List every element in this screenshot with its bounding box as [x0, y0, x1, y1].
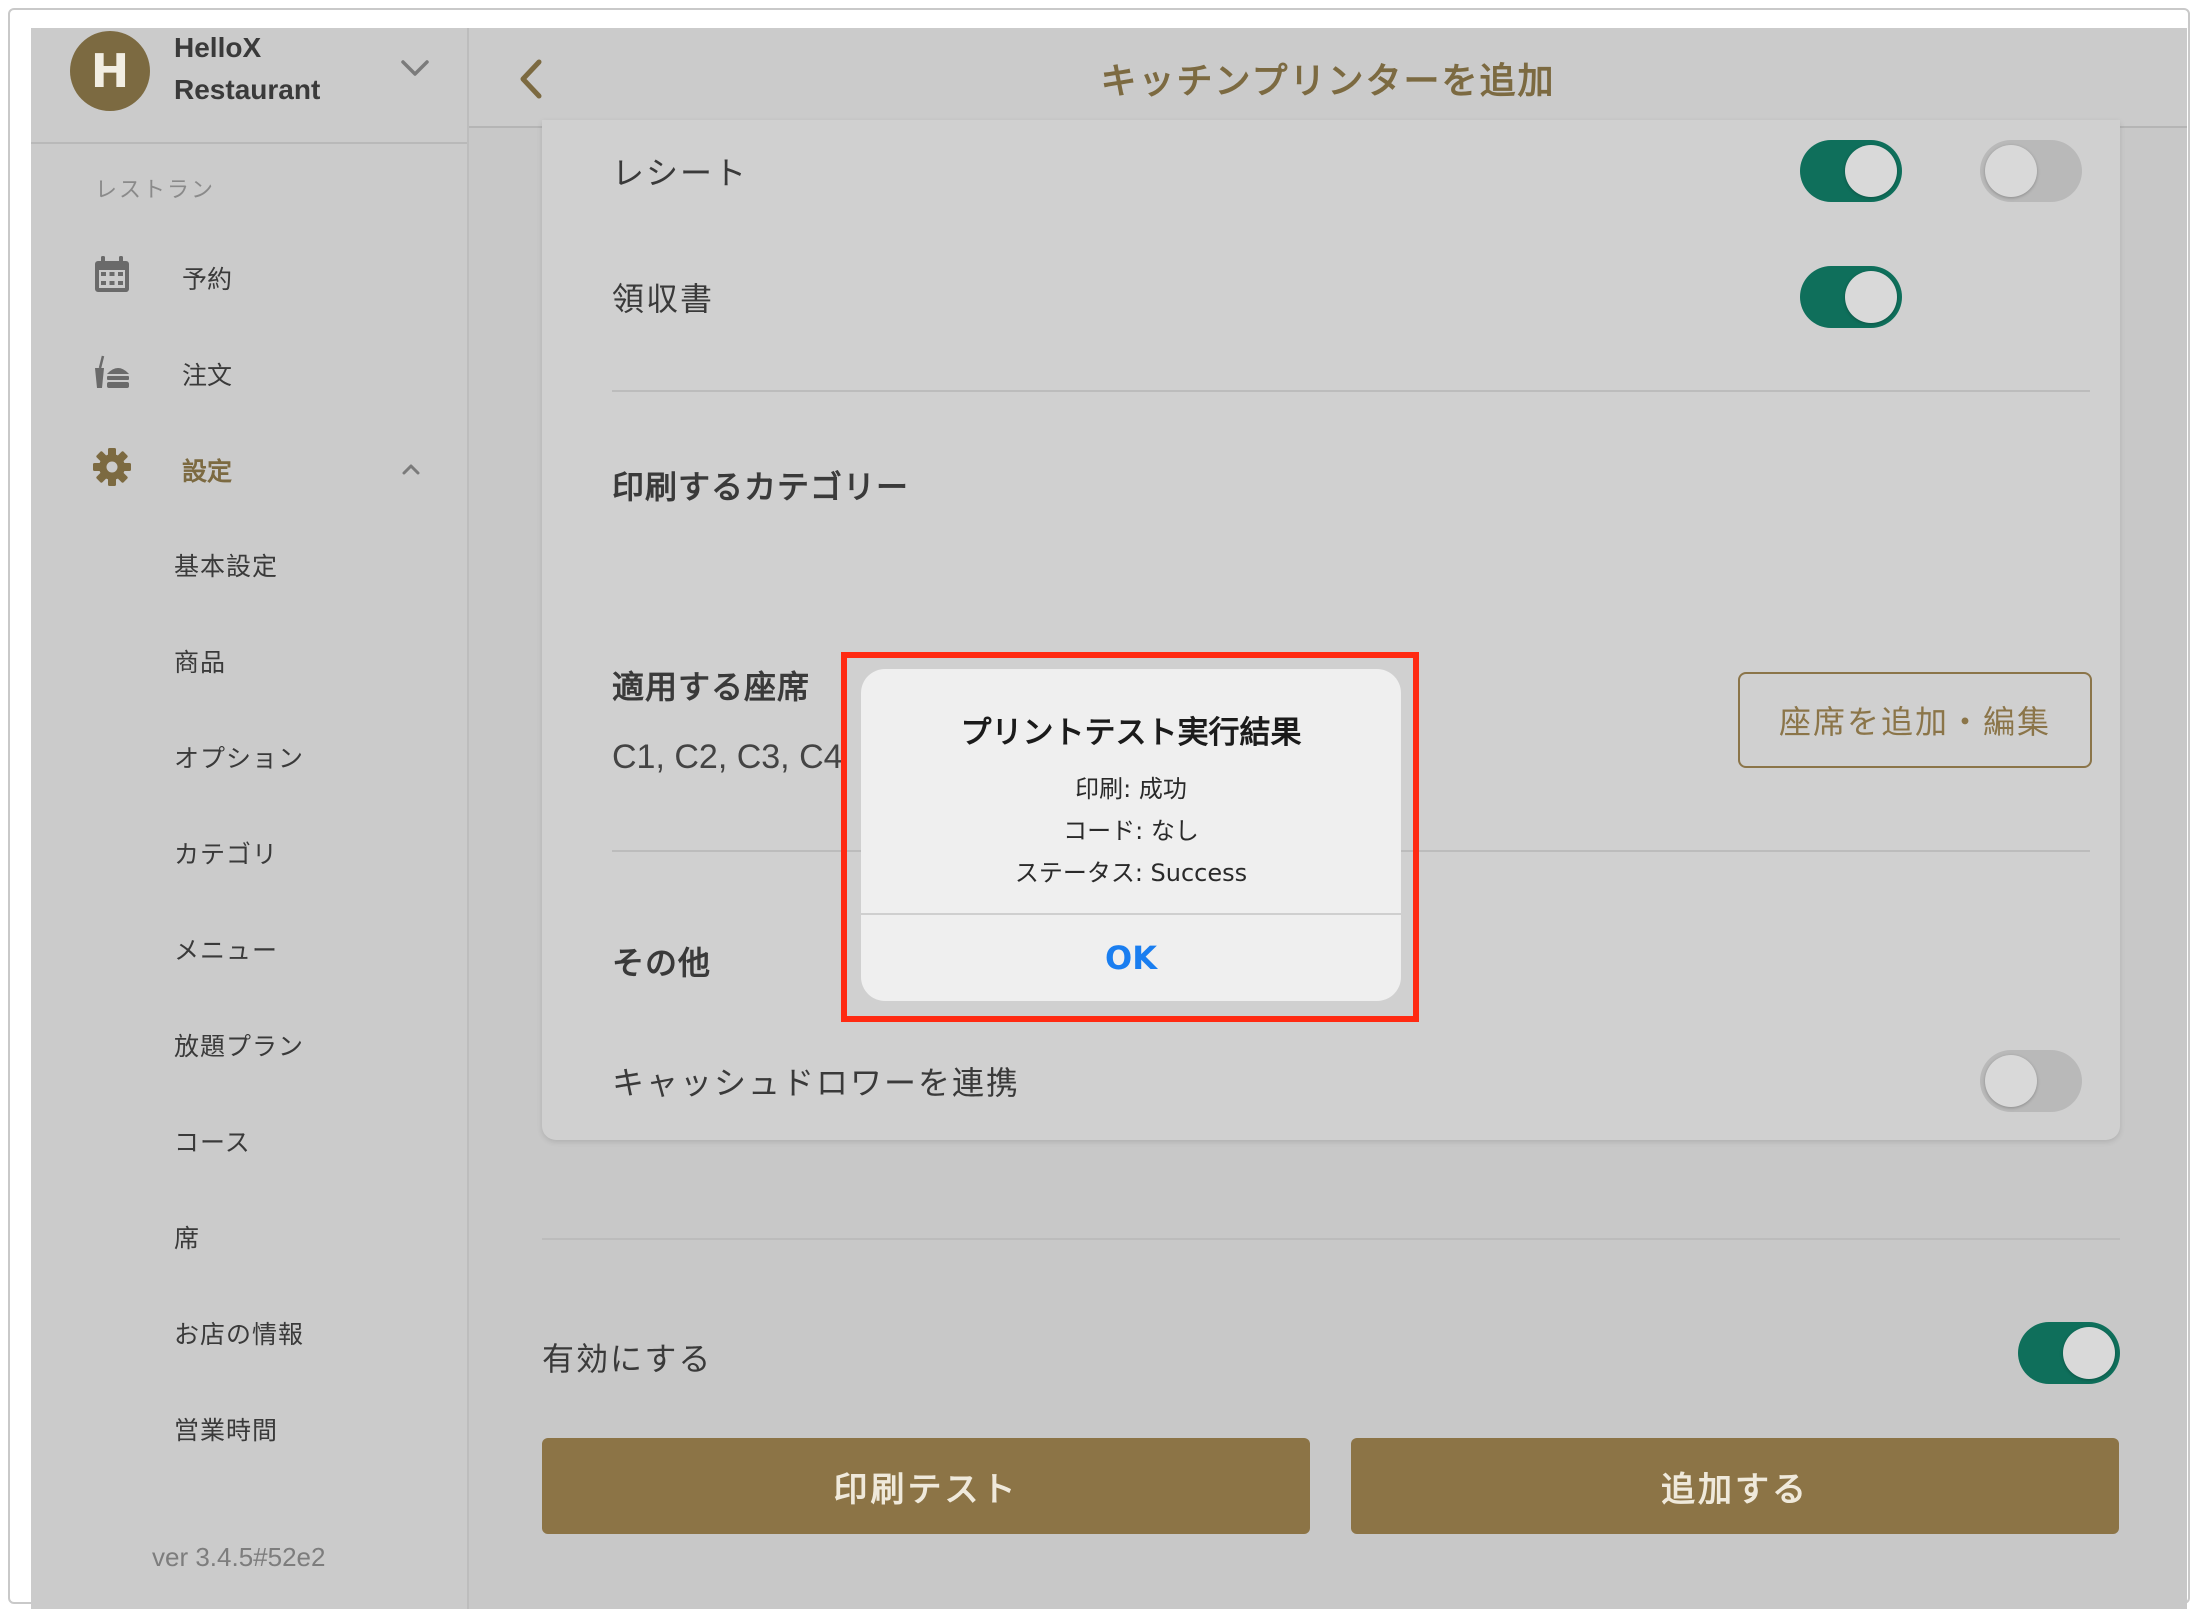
other-section-title: その他 — [612, 944, 712, 982]
print-categories-title: 印刷するカテゴリー — [612, 468, 910, 506]
gear-icon — [93, 448, 131, 486]
top-bar: キッチンプリンターを追加 — [469, 28, 2187, 128]
avatar: H — [70, 31, 150, 111]
sidebar-subitem-basic-settings[interactable]: 基本設定 — [174, 547, 278, 583]
sidebar-subitem-business-hours[interactable]: 営業時間 — [174, 1411, 278, 1447]
invoice-toggle[interactable] — [1800, 266, 1902, 328]
dialog-status: ステータス: Success — [1014, 859, 1248, 887]
sidebar-item-orders[interactable]: 注文 — [31, 340, 467, 400]
sidebar-subitem-options[interactable]: オプション — [174, 739, 304, 775]
sidebar-item-settings[interactable]: 設定 — [31, 436, 467, 496]
sidebar-subitem-categories[interactable]: カテゴリ — [174, 835, 278, 871]
chevron-up-icon[interactable] — [396, 454, 426, 484]
applied-seats-title: 適用する座席 — [612, 668, 811, 706]
dialog-print-result: 印刷: 成功 — [1075, 775, 1187, 803]
receipt-toggle[interactable] — [1800, 140, 1902, 202]
sidebar-item-label: 設定 — [182, 457, 233, 486]
cash-drawer-toggle[interactable] — [1980, 1050, 2082, 1112]
toggle-knob — [1845, 145, 1897, 197]
window-frame: H HelloX Restaurant レストラン 予約 注文 設定 基本設定 … — [8, 8, 2190, 1609]
sidebar-item-label: 予約 — [182, 265, 233, 294]
sidebar-section-label: レストラン — [95, 178, 216, 203]
ok-button[interactable]: OK — [861, 915, 1401, 1001]
restaurant-name-line2: Restaurant — [174, 74, 321, 105]
page-title: キッチンプリンターを追加 — [1100, 61, 1556, 102]
add-edit-seats-button[interactable]: 座席を追加・編集 — [1738, 672, 2092, 768]
toggle-knob — [2063, 1327, 2115, 1379]
toggle-knob — [1985, 1055, 2037, 1107]
add-printer-button[interactable]: 追加する — [1351, 1438, 2119, 1534]
sidebar-item-reservations[interactable]: 予約 — [31, 244, 467, 304]
print-test-result-dialog: プリントテスト実行結果 印刷: 成功 コード: なし ステータス: Succes… — [861, 669, 1401, 1001]
app-version: ver 3.4.5#52e2 — [152, 1542, 326, 1572]
sidebar-subitem-courses[interactable]: コース — [174, 1123, 251, 1159]
toggle-knob — [1985, 145, 2037, 197]
enable-toggle[interactable] — [2018, 1322, 2120, 1384]
sidebar: H HelloX Restaurant レストラン 予約 注文 設定 基本設定 … — [31, 28, 469, 1609]
sidebar-subitem-all-you-can-plans[interactable]: 放題プラン — [174, 1027, 304, 1063]
app-screen: H HelloX Restaurant レストラン 予約 注文 設定 基本設定 … — [31, 28, 2187, 1609]
restaurant-name: HelloX — [174, 32, 262, 63]
food-order-icon — [95, 355, 129, 388]
sidebar-subitem-seats[interactable]: 席 — [174, 1219, 200, 1255]
sidebar-subitem-menu[interactable]: メニュー — [174, 931, 278, 967]
enable-label: 有効にする — [542, 1340, 713, 1378]
print-test-button[interactable]: 印刷テスト — [542, 1438, 1310, 1534]
sidebar-subitem-store-info[interactable]: お店の情報 — [174, 1315, 304, 1351]
divider — [612, 390, 2090, 392]
sidebar-subitem-products[interactable]: 商品 — [174, 643, 226, 679]
receipt-secondary-toggle[interactable] — [1980, 140, 2082, 202]
chevron-down-icon[interactable] — [395, 48, 435, 88]
sidebar-item-label: 注文 — [182, 361, 233, 390]
dialog-title: プリントテスト実行結果 — [960, 715, 1302, 751]
receipt-label: レシート — [612, 154, 749, 192]
calendar-icon — [95, 256, 129, 292]
applied-seats-value: C1, C2, C3, C4 — [612, 738, 843, 776]
invoice-label: 領収書 — [612, 280, 715, 318]
dialog-code: コード: なし — [1063, 817, 1199, 845]
toggle-knob — [1845, 271, 1897, 323]
cash-drawer-label: キャッシュドロワーを連携 — [612, 1064, 1021, 1102]
divider — [542, 1238, 2120, 1240]
restaurant-switcher[interactable]: H HelloX Restaurant — [31, 28, 467, 144]
